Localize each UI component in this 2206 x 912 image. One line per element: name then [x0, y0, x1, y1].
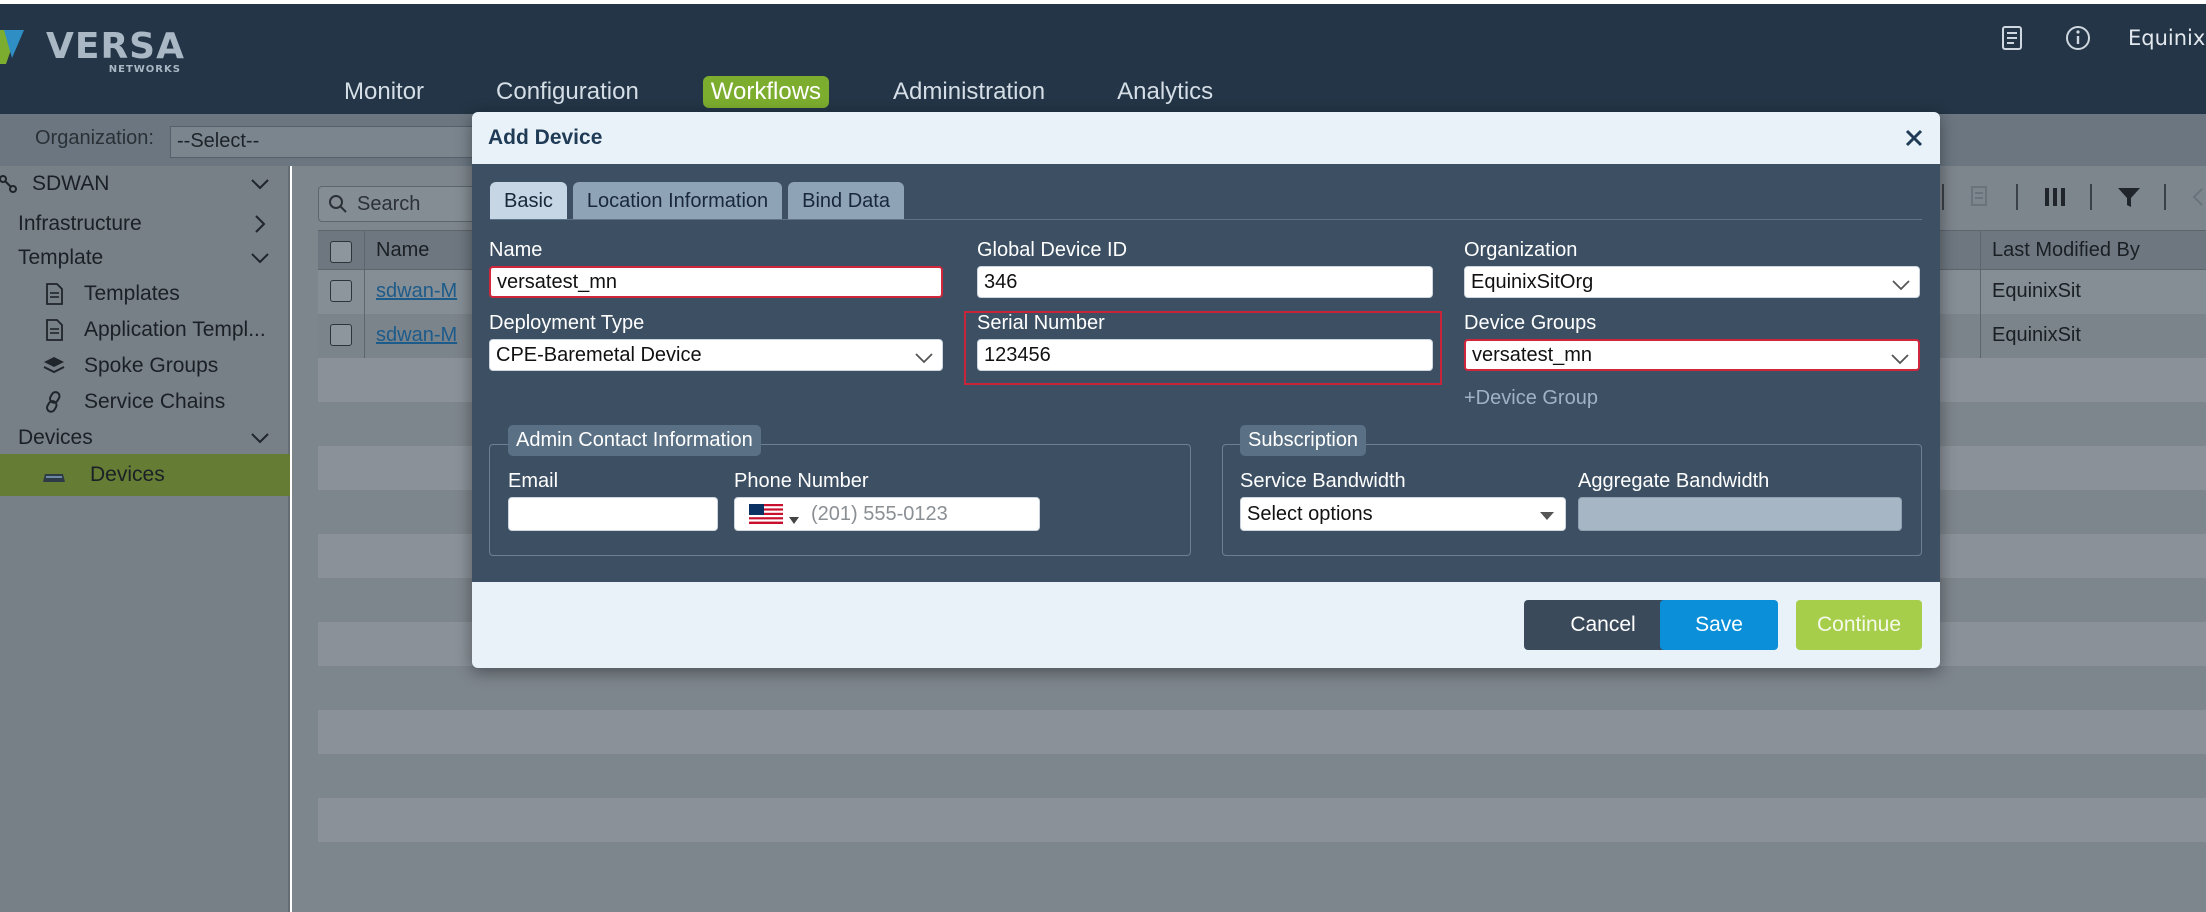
logo-wordmark: VERSA	[46, 25, 185, 67]
chevron-down-icon	[914, 348, 934, 364]
tab-basic[interactable]: Basic	[490, 182, 567, 220]
aggregate-bandwidth-input	[1578, 497, 1902, 531]
aggregate-bandwidth-label: Aggregate Bandwidth	[1578, 470, 1770, 492]
empty-row	[318, 842, 2206, 886]
search-input[interactable]: Search	[318, 186, 488, 222]
empty-row	[318, 754, 2206, 798]
more-icon[interactable]	[2188, 182, 2206, 212]
dialog-header: Add Device	[472, 112, 1940, 164]
admin-contact-legend: Admin Contact Information	[508, 425, 761, 456]
device-icon	[40, 461, 68, 489]
network-icon	[0, 170, 22, 198]
tab-bind-data[interactable]: Bind Data	[788, 182, 904, 220]
continue-button[interactable]: Continue	[1796, 600, 1922, 650]
name-input[interactable]: versatest_mn	[489, 266, 943, 298]
service-bandwidth-label: Service Bandwidth	[1240, 470, 1406, 492]
device-name-link[interactable]: sdwan-M	[376, 324, 457, 347]
sidebar-item-devices-group[interactable]: Devices	[0, 420, 290, 456]
versa-logo[interactable]: VERSA NETWORKS	[0, 18, 185, 75]
sidebar-item-templates[interactable]: Templates	[0, 276, 290, 312]
logo-subtext: NETWORKS	[108, 63, 181, 75]
user-menu[interactable]: EquinixSit	[2128, 26, 2206, 50]
column-last-modified-by[interactable]: Last Modified By	[1992, 239, 2140, 262]
row-checkbox[interactable]	[330, 280, 352, 302]
name-label: Name	[489, 239, 543, 261]
email-input[interactable]	[508, 497, 718, 531]
chevron-down-icon[interactable]	[248, 426, 272, 450]
last-modified-by: EquinixSit	[1992, 324, 2081, 346]
chevron-down-icon	[1890, 349, 1910, 365]
columns-icon[interactable]	[2040, 182, 2070, 212]
sidebar-item-devices[interactable]: Devices	[0, 454, 290, 496]
sidebar-item-template[interactable]: Template	[0, 240, 290, 276]
caret-down-icon	[1537, 506, 1557, 520]
serial-number-label: Serial Number	[977, 312, 1105, 334]
organization-label: Organization:	[35, 127, 154, 149]
nav-monitor[interactable]: Monitor	[336, 76, 432, 108]
device-name-link[interactable]: sdwan-M	[376, 280, 457, 303]
close-icon[interactable]	[1902, 126, 1926, 150]
nav-workflows[interactable]: Workflows	[702, 76, 830, 108]
us-flag-icon[interactable]	[749, 504, 783, 524]
cancel-button[interactable]: Cancel	[1524, 600, 1682, 650]
dialog-title: Add Device	[488, 126, 603, 149]
caret-down-icon[interactable]	[789, 510, 799, 524]
add-device-dialog: Add Device Basic Location Information Bi…	[472, 112, 1940, 668]
add-device-group-link[interactable]: +Device Group	[1464, 387, 1598, 410]
email-label: Email	[508, 470, 559, 492]
top-header: VERSA NETWORKS EquinixSit Monitor Config…	[0, 4, 2206, 114]
chevron-down-icon	[1891, 275, 1911, 291]
serial-number-input[interactable]: 123456	[977, 339, 1433, 371]
layers-icon	[40, 352, 68, 380]
global-device-id-input[interactable]: 346	[977, 266, 1433, 298]
link-icon	[40, 388, 68, 416]
column-name[interactable]: Name	[376, 239, 429, 262]
phone-number-input[interactable]: (201) 555-0123	[734, 497, 1040, 531]
sidebar: SDWAN Infrastructure Template Templates …	[0, 166, 290, 912]
select-all-checkbox[interactable]	[330, 241, 352, 263]
dialog-tabs: Basic Location Information Bind Data	[490, 182, 910, 220]
empty-row	[318, 710, 2206, 754]
organization-dropdown[interactable]: EquinixSitOrg	[1464, 266, 1920, 298]
chevron-down-icon[interactable]	[248, 172, 272, 196]
template-doc-icon	[40, 280, 68, 308]
service-bandwidth-dropdown[interactable]: Select options	[1240, 497, 1566, 531]
last-modified-by: EquinixSit	[1992, 280, 2081, 302]
tab-location-information[interactable]: Location Information	[572, 182, 783, 220]
empty-row	[318, 666, 2206, 710]
global-device-id-label: Global Device ID	[977, 239, 1128, 261]
filter-icon[interactable]	[2114, 182, 2144, 212]
deployment-type-dropdown[interactable]: CPE-Baremetal Device	[489, 339, 943, 371]
phone-number-label: Phone Number	[734, 470, 869, 492]
row-checkbox[interactable]	[330, 324, 352, 346]
chevron-right-icon[interactable]	[248, 212, 272, 236]
nav-analytics[interactable]: Analytics	[1109, 76, 1221, 108]
subscription-legend: Subscription	[1240, 425, 1367, 456]
nav-administration[interactable]: Administration	[885, 76, 1053, 108]
deployment-type-label: Deployment Type	[489, 312, 645, 334]
document-icon[interactable]	[1996, 22, 2028, 54]
organization-select[interactable]: --Select--	[170, 126, 510, 158]
sidebar-item-spoke-groups[interactable]: Spoke Groups	[0, 348, 290, 384]
device-groups-label: Device Groups	[1464, 312, 1597, 334]
info-icon[interactable]	[2062, 22, 2094, 54]
main-nav: Monitor Configuration Workflows Administ…	[336, 76, 1277, 108]
sidebar-item-infrastructure[interactable]: Infrastructure	[0, 206, 290, 242]
disabled-doc-icon	[1966, 182, 1996, 212]
empty-row	[318, 798, 2206, 842]
versa-logo-mark-icon	[0, 30, 24, 64]
sidebar-item-sdwan[interactable]: SDWAN	[0, 166, 290, 202]
device-groups-dropdown[interactable]: versatest_mn	[1464, 339, 1920, 371]
organization-field-label: Organization	[1464, 239, 1578, 261]
chevron-down-icon[interactable]	[248, 246, 272, 270]
nav-configuration[interactable]: Configuration	[488, 76, 647, 108]
search-icon	[329, 195, 347, 213]
template-doc-icon	[40, 316, 68, 344]
sidebar-item-service-chains[interactable]: Service Chains	[0, 384, 290, 420]
save-button[interactable]: Save	[1660, 600, 1778, 650]
sidebar-item-application-templates[interactable]: Application Templ...	[0, 312, 290, 348]
